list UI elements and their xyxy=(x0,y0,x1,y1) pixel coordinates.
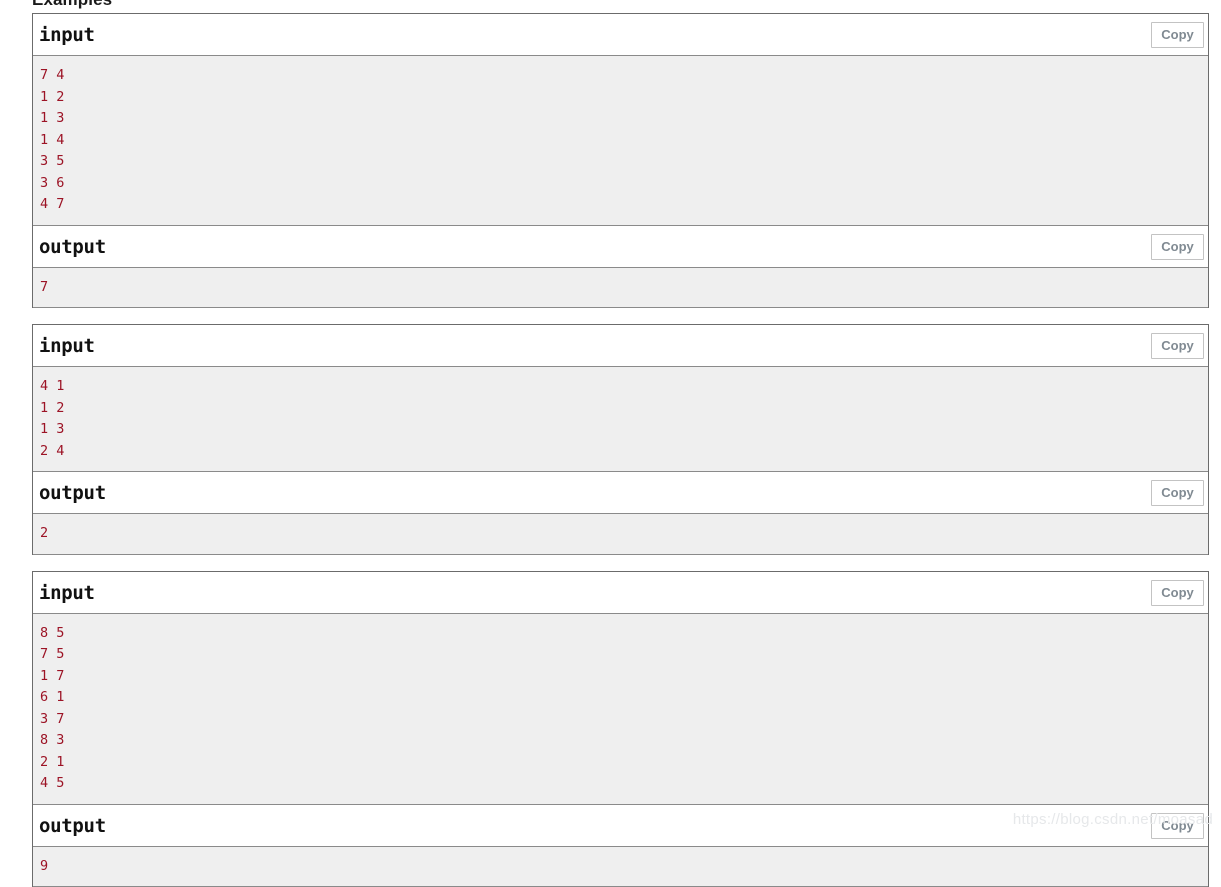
output-label: output xyxy=(39,814,106,838)
input-label: input xyxy=(39,581,95,605)
input-label: input xyxy=(39,334,95,358)
output-title-bar: output Copy xyxy=(33,805,1208,847)
input-title-bar: input Copy xyxy=(33,325,1208,367)
examples-list: input Copy 7 4 1 2 1 3 1 4 3 5 3 6 4 7 o… xyxy=(32,13,1209,887)
input-data: 4 1 1 2 1 3 2 4 xyxy=(33,367,1208,472)
input-title-bar: input Copy xyxy=(33,14,1208,56)
example-block: input Copy 8 5 7 5 1 7 6 1 3 7 8 3 2 1 4… xyxy=(32,571,1209,887)
copy-output-button[interactable]: Copy xyxy=(1151,480,1204,506)
example-block: input Copy 4 1 1 2 1 3 2 4 output Copy 2 xyxy=(32,324,1209,555)
input-title-bar: input Copy xyxy=(33,572,1208,614)
output-data: 7 xyxy=(33,268,1208,309)
example-block: input Copy 7 4 1 2 1 3 1 4 3 5 3 6 4 7 o… xyxy=(32,13,1209,308)
output-label: output xyxy=(39,235,106,259)
examples-page: Examples input Copy 7 4 1 2 1 3 1 4 3 5 … xyxy=(0,0,1221,837)
copy-output-button[interactable]: Copy xyxy=(1151,234,1204,260)
copy-input-button[interactable]: Copy xyxy=(1151,333,1204,359)
input-data: 7 4 1 2 1 3 1 4 3 5 3 6 4 7 xyxy=(33,56,1208,226)
copy-input-button[interactable]: Copy xyxy=(1151,22,1204,48)
page-title: Examples xyxy=(32,0,112,10)
input-label: input xyxy=(39,23,95,47)
output-data: 2 xyxy=(33,514,1208,555)
output-label: output xyxy=(39,481,106,505)
copy-output-button[interactable]: Copy xyxy=(1151,813,1204,839)
copy-input-button[interactable]: Copy xyxy=(1151,580,1204,606)
output-title-bar: output Copy xyxy=(33,472,1208,514)
output-title-bar: output Copy xyxy=(33,226,1208,268)
output-data: 9 xyxy=(33,847,1208,887)
input-data: 8 5 7 5 1 7 6 1 3 7 8 3 2 1 4 5 xyxy=(33,614,1208,805)
